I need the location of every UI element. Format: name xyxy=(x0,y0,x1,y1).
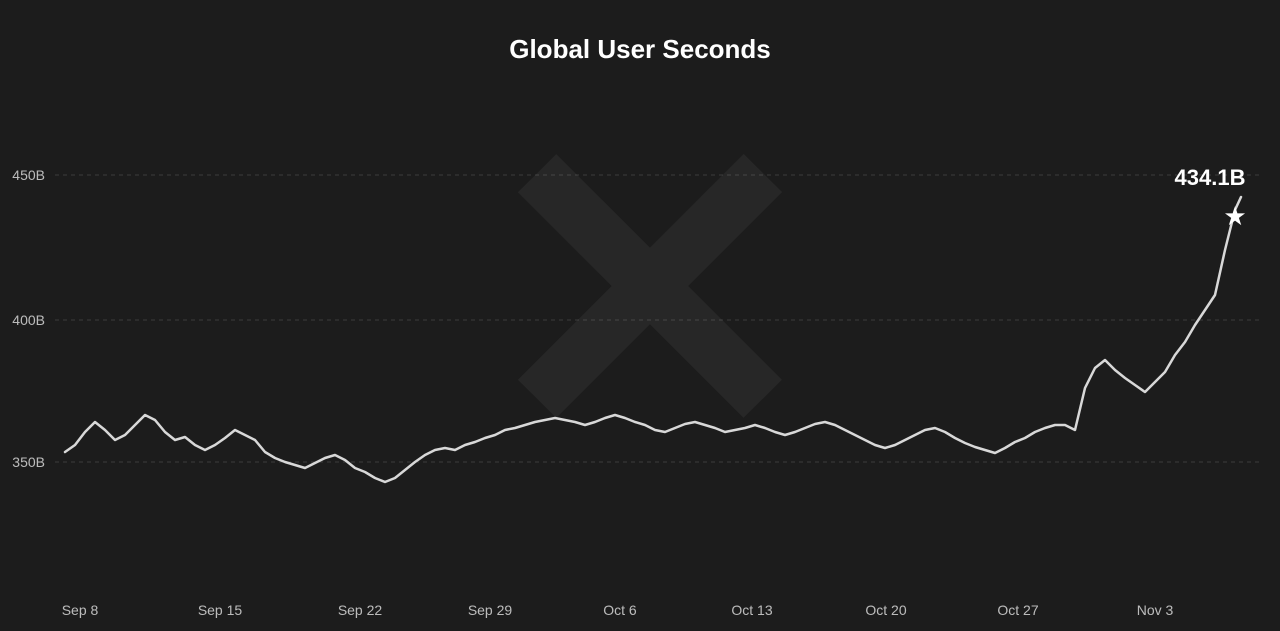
y-label-450: 450B xyxy=(12,167,45,183)
y-label-350: 350B xyxy=(12,454,45,470)
chart-svg: 450B 400B 350B Sep 8 Sep 15 Sep 22 Sep 2… xyxy=(0,0,1280,631)
x-label-sep29: Sep 29 xyxy=(468,602,513,618)
x-label-oct27: Oct 27 xyxy=(997,602,1038,618)
peak-star: ★ xyxy=(1223,201,1246,231)
y-label-400: 400B xyxy=(12,312,45,328)
chart-container: ✕ 450B 400B 350B Sep 8 Sep 15 Sep 22 Sep… xyxy=(0,0,1280,631)
x-label-oct13: Oct 13 xyxy=(731,602,772,618)
x-label-oct20: Oct 20 xyxy=(865,602,906,618)
chart-title: Global User Seconds xyxy=(509,34,771,64)
x-label-oct6: Oct 6 xyxy=(603,602,637,618)
x-label-sep15: Sep 15 xyxy=(198,602,243,618)
x-label-sep22: Sep 22 xyxy=(338,602,383,618)
chart-line xyxy=(65,197,1241,482)
peak-value-label: 434.1B xyxy=(1175,165,1246,190)
x-label-sep8: Sep 8 xyxy=(62,602,99,618)
x-label-nov3: Nov 3 xyxy=(1137,602,1174,618)
